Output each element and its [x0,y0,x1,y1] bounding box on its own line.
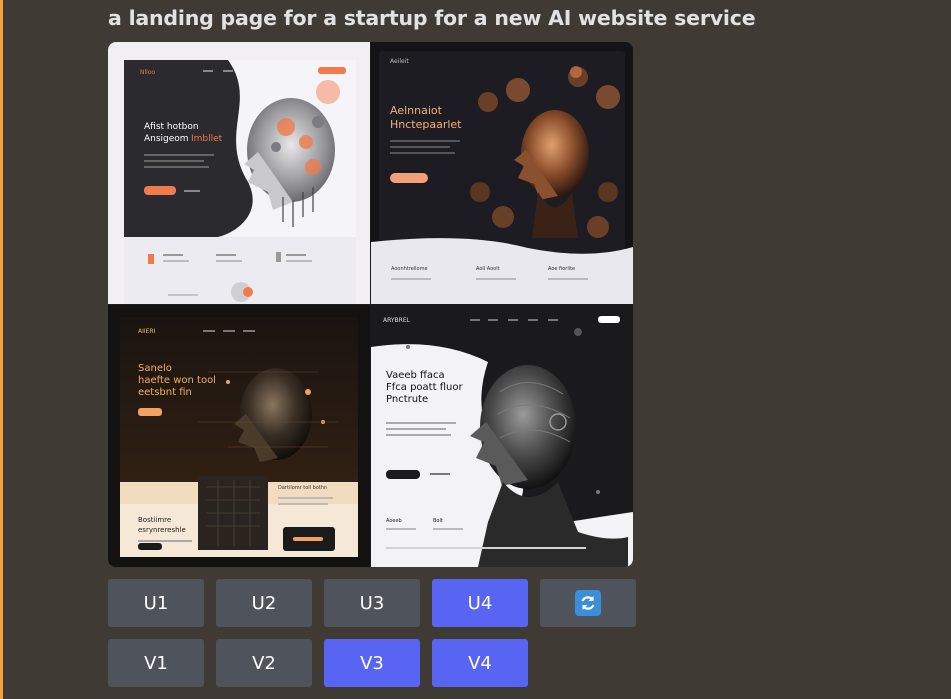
variation-2-button[interactable]: V2 [216,639,312,687]
prompt-text: a landing page for a startup for a new A… [108,6,756,30]
tile3-heading-1: Sanelo [138,363,172,374]
tile1-heading-2: Ansigeom [144,134,189,144]
tile3-sub-1: Bostiimre [138,516,171,524]
upscale-2-button[interactable]: U2 [216,579,312,627]
upscale-3-button[interactable]: U3 [324,579,420,627]
variation-4-button[interactable]: V4 [432,639,528,687]
tile4-footer-2: Bolt [433,518,443,524]
tile2-footer-1: Aoonhtrellome [391,266,428,272]
tile3-heading-3: eetsbnt fin [138,387,192,398]
tile2-heading-2: Hnctepaarlet [390,118,462,131]
tile4-heading-2: Ffca poatt fluor [386,382,463,393]
image-tile-1[interactable]: Nlloo Afist hotbon Ansigeom Imbllet [108,42,370,304]
tile3-logo: AIIERI [138,328,156,335]
tile1-heading-2b: Imbllet [191,134,223,144]
reroll-button[interactable] [540,579,636,627]
tile4-heading-1: Vaeeb ffaca [386,370,445,381]
tile4-footer-1: Aoeeb [386,518,402,524]
tile1-logo: Nlloo [140,69,155,76]
image-grid[interactable]: Nlloo Afist hotbon Ansigeom Imbllet Aeil… [108,42,633,567]
tile3-sub-3: Dartilomr toll bothn [278,485,327,491]
image-tile-2[interactable]: Aeileit Aelnnaiot Hnctepaarlet Aoonhtrel… [371,42,633,304]
upscale-4-button[interactable]: U4 [432,579,528,627]
tile1-heading-1: Afist hotbon [144,122,199,132]
reroll-icon [575,590,601,616]
tile2-footer-3: Aoe fiorlite [548,266,575,272]
tile4-heading-3: Pnctrute [386,394,428,405]
tile3-heading-2: haefte won tool [138,375,216,386]
tile2-heading-1: Aelnnaiot [390,104,443,117]
image-tile-4[interactable]: ARYBREL Vaeeb ffaca Ffca poatt fluor Pnc… [371,305,633,567]
variation-1-button[interactable]: V1 [108,639,204,687]
tile2-logo: Aeileit [390,58,409,65]
tile2-footer-2: Aoll Aoolt [476,266,500,272]
variation-3-button[interactable]: V3 [324,639,420,687]
tile4-logo: ARYBREL [383,317,411,324]
image-tile-3[interactable]: AIIERI Sanelo haefte won tool eetsbnt fi… [108,305,370,567]
tile3-sub-2: esrynrereshle [138,526,186,534]
upscale-1-button[interactable]: U1 [108,579,204,627]
message-accent-bar [0,0,3,699]
